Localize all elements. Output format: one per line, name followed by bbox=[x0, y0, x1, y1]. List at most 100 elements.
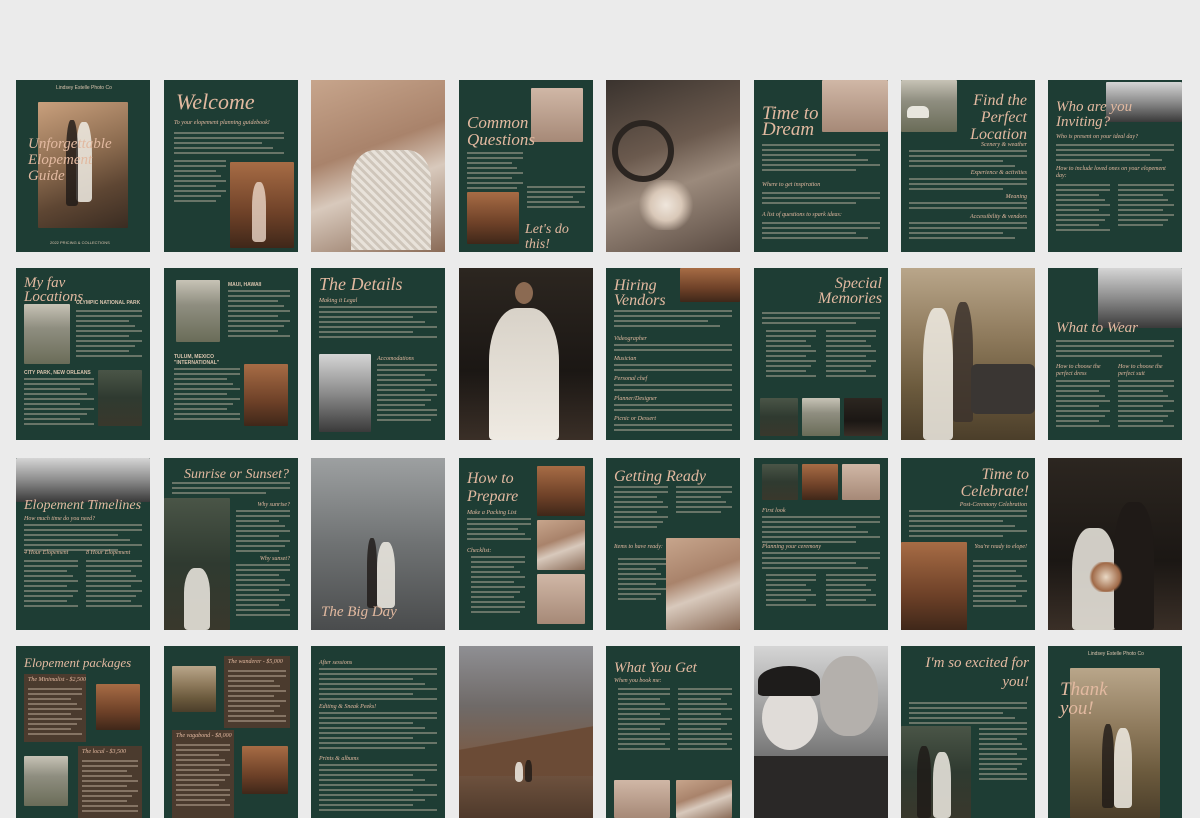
page-the-details[interactable]: The Details Making it Legal Accomodation… bbox=[311, 268, 445, 440]
excited-title: I'm so excited for you! bbox=[925, 655, 1029, 690]
wear-photo bbox=[1098, 268, 1182, 328]
page-photo-valley[interactable] bbox=[459, 646, 593, 818]
page-elopement-packages-2[interactable]: The wanderer - $5,000 The vagabond - $8,… bbox=[164, 646, 298, 818]
get-title: What You Get bbox=[614, 660, 697, 676]
page-time-to-dream[interactable]: Time to Dream Where to get inspiration A… bbox=[754, 80, 888, 252]
page-photo-laughing-couple[interactable] bbox=[754, 646, 888, 818]
page-elopement-packages[interactable]: Elopement packages The Minimalist - $2,5… bbox=[16, 646, 150, 818]
inviting-h1: How to include loved ones on your elopem… bbox=[1056, 166, 1166, 179]
page-so-excited[interactable]: I'm so excited for you! bbox=[901, 646, 1035, 818]
page-fav-locations[interactable]: My fav Locations OLYMPIC NATIONAL PARK C… bbox=[16, 268, 150, 440]
questions-text-2 bbox=[527, 186, 585, 211]
ready-photo bbox=[666, 538, 740, 630]
vendors-h4: Planner/Designer bbox=[614, 396, 657, 402]
maui-photo bbox=[176, 280, 220, 342]
page-cover[interactable]: Lindsey Estelle Photo Co Unforgettable E… bbox=[16, 80, 150, 252]
package-1-title: The Minimalist - $2,500 bbox=[28, 677, 86, 683]
wear-text-1 bbox=[1056, 380, 1110, 430]
prepare-title: How to Prepare bbox=[467, 470, 519, 505]
page-perfect-location[interactable]: Find the Perfect Location Scenery & weat… bbox=[901, 80, 1035, 252]
ready-text-2 bbox=[676, 486, 732, 516]
vendors-text-1 bbox=[614, 344, 732, 354]
vendors-h5: Picnic or Dessert bbox=[614, 416, 656, 422]
celebrate-text bbox=[909, 510, 1027, 540]
page-photo-bride-back[interactable] bbox=[459, 268, 593, 440]
memories-intro bbox=[762, 312, 880, 327]
package-box-2[interactable]: The local - $3,500 bbox=[78, 746, 142, 818]
maui-text bbox=[228, 290, 290, 340]
welcome-title: Welcome bbox=[176, 89, 255, 114]
get-photo-2 bbox=[676, 780, 732, 818]
vendors-text-3 bbox=[614, 384, 732, 394]
page-photo-couple-bouquet[interactable] bbox=[1048, 458, 1182, 630]
page-fav-locations-2[interactable]: MAUI, HAWAII TULUM, MEXICO "INTERNATIONA… bbox=[164, 268, 298, 440]
page-elopement-timelines[interactable]: Elopement Timelines How much time do you… bbox=[16, 458, 150, 630]
page-hiring-vendors[interactable]: Hiring Vendors Videographer Musician Per… bbox=[606, 268, 740, 440]
package-4-title: The vagabond - $8,000 bbox=[176, 733, 232, 739]
timelines-h1: How much time do you need? bbox=[24, 516, 96, 522]
vendors-text-5 bbox=[614, 424, 732, 434]
after-h3: Prints & albums bbox=[319, 756, 359, 762]
celebrate-photo bbox=[901, 542, 967, 630]
celebrate-title: Time to Celebrate! bbox=[960, 466, 1029, 500]
timelines-h3: 8 Hour Elopement bbox=[86, 550, 131, 556]
excited-photo bbox=[901, 726, 971, 818]
page-what-to-wear[interactable]: What to Wear How to choose the perfect d… bbox=[1048, 268, 1182, 440]
fav-text-1 bbox=[76, 310, 142, 360]
memories-list-1 bbox=[766, 330, 816, 380]
wear-text-2 bbox=[1118, 380, 1174, 430]
sunrise-title: Sunrise or Sunset? bbox=[184, 467, 289, 482]
page-first-look[interactable]: First look Planning your ceremony bbox=[754, 458, 888, 630]
questions-cta: Let's do this! bbox=[525, 222, 569, 252]
page-photo-vintage-car[interactable] bbox=[606, 80, 740, 252]
excited-text bbox=[909, 702, 1027, 727]
firstlook-photo-3 bbox=[842, 464, 880, 500]
prepare-photo-3 bbox=[537, 574, 585, 624]
template-preview-grid: Lindsey Estelle Photo Co Unforgettable E… bbox=[0, 0, 1200, 818]
page-big-day[interactable]: The Big Day bbox=[311, 458, 445, 630]
dream-text-3 bbox=[762, 222, 880, 242]
page-welcome[interactable]: Welcome To your elopement planning guide… bbox=[164, 80, 298, 252]
page-after-sessions[interactable]: After sessions Editing & Sneak Peeks! Pr… bbox=[311, 646, 445, 818]
get-list-2 bbox=[678, 688, 732, 753]
memories-list-2 bbox=[826, 330, 876, 380]
get-list-1 bbox=[618, 688, 670, 753]
page-photo-couple-car[interactable] bbox=[901, 268, 1035, 440]
page-who-inviting[interactable]: Who are you Inviting? Who is present on … bbox=[1048, 80, 1182, 252]
tulum-title: TULUM, MEXICO "INTERNATIONAL" bbox=[174, 354, 220, 366]
location-text-2 bbox=[909, 178, 1027, 193]
packages2-photo-2 bbox=[242, 746, 288, 794]
prepare-photo-1 bbox=[537, 466, 585, 516]
after-text-1 bbox=[319, 668, 437, 703]
get-subtitle: When you book me: bbox=[614, 678, 662, 684]
sunrise-photo bbox=[164, 498, 230, 630]
welcome-subtitle: To your elopement planning guidebook! bbox=[174, 120, 270, 126]
firstlook-text bbox=[762, 516, 880, 546]
page-thank-you[interactable]: Lindsey Estelle Photo Co Thank you! bbox=[1048, 646, 1182, 818]
inviting-list-1 bbox=[1056, 184, 1110, 234]
page-photo-bride-portrait[interactable] bbox=[311, 80, 445, 252]
page-sunrise-sunset[interactable]: Sunrise or Sunset? Why sunrise? Why suns… bbox=[164, 458, 298, 630]
page-getting-ready[interactable]: Getting Ready Items to have ready: bbox=[606, 458, 740, 630]
vendors-text-2 bbox=[614, 364, 732, 374]
wear-h1: How to choose the perfect dress bbox=[1056, 364, 1101, 377]
package-box-1[interactable]: The Minimalist - $2,500 bbox=[24, 674, 86, 742]
page-common-questions[interactable]: Common Questions Let's do this! bbox=[459, 80, 593, 252]
page-special-memories[interactable]: Special Memories bbox=[754, 268, 888, 440]
timelines-photo bbox=[16, 458, 150, 502]
page-what-you-get[interactable]: What You Get When you book me: bbox=[606, 646, 740, 818]
location-h4: Accessibility & vendors bbox=[970, 214, 1027, 220]
page-how-to-prepare[interactable]: How to Prepare Make a Packing List Check… bbox=[459, 458, 593, 630]
sunrise-text-1 bbox=[236, 510, 290, 555]
dream-text bbox=[762, 144, 880, 174]
package-box-4[interactable]: The vagabond - $8,000 bbox=[172, 730, 234, 818]
memories-photo-3 bbox=[844, 398, 882, 436]
vendors-text-4 bbox=[614, 404, 732, 414]
celebrate-subtitle: Post-Ceremony Celebration bbox=[959, 502, 1027, 508]
page-celebrate[interactable]: Time to Celebrate! Post-Ceremony Celebra… bbox=[901, 458, 1035, 630]
package-box-3[interactable]: The wanderer - $5,000 bbox=[224, 656, 290, 728]
package-2-title: The local - $3,500 bbox=[82, 749, 126, 755]
sunrise-h2: Why sunset? bbox=[259, 556, 290, 562]
timelines-h2: 4 Hour Elopement bbox=[24, 550, 69, 556]
package-4-text bbox=[176, 744, 230, 809]
